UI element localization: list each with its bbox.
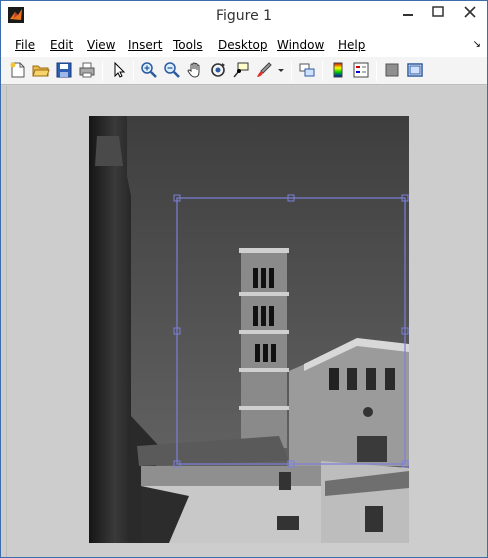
image-axes[interactable] xyxy=(89,116,409,543)
toolbar-separator xyxy=(291,61,292,81)
print-icon[interactable] xyxy=(78,61,96,79)
minimize-icon[interactable] xyxy=(393,1,423,23)
data-cursor-icon[interactable] xyxy=(232,61,250,79)
toolbar-separator xyxy=(133,61,134,81)
menu-bar: File Edit View Insert Tools Desktop Wind… xyxy=(1,31,487,57)
new-figure-icon[interactable] xyxy=(9,61,27,79)
figure-toolbar xyxy=(1,57,487,85)
open-file-icon[interactable] xyxy=(32,61,50,79)
legend-icon[interactable] xyxy=(352,61,370,79)
menu-dock-arrow-icon[interactable]: ↘ xyxy=(473,39,481,50)
zoom-in-icon[interactable] xyxy=(140,61,158,79)
title-bar[interactable]: Figure 1 xyxy=(1,1,487,31)
close-icon[interactable] xyxy=(453,1,487,23)
zoom-out-icon[interactable] xyxy=(163,61,181,79)
show-plot-tools-icon[interactable] xyxy=(406,61,424,79)
maximize-icon[interactable] xyxy=(423,1,453,23)
rotate-3d-icon[interactable] xyxy=(209,61,227,79)
colorbar-icon[interactable] xyxy=(329,61,347,79)
toolbar-separator xyxy=(102,61,103,81)
save-icon[interactable] xyxy=(55,61,73,79)
menu-insert[interactable]: Insert xyxy=(128,38,162,52)
brush-icon[interactable] xyxy=(255,61,273,79)
toolbar-separator xyxy=(322,61,323,81)
edit-plot-arrow-icon[interactable] xyxy=(110,61,128,79)
hide-plot-tools-icon[interactable] xyxy=(383,61,401,79)
pan-hand-icon[interactable] xyxy=(186,61,204,79)
brush-dropdown-icon[interactable] xyxy=(276,61,286,79)
link-plot-icon[interactable] xyxy=(298,61,316,79)
menu-file[interactable]: File xyxy=(15,38,35,52)
menu-edit[interactable]: Edit xyxy=(50,38,73,52)
menu-tools[interactable]: Tools xyxy=(173,38,203,52)
menu-help[interactable]: Help xyxy=(338,38,365,52)
figure-window: Figure 1 File Edit View Insert Tools Des… xyxy=(0,0,488,558)
photo-bell-tower xyxy=(239,248,289,448)
menu-view[interactable]: View xyxy=(87,38,115,52)
menu-window[interactable]: Window xyxy=(277,38,324,52)
menu-desktop[interactable]: Desktop xyxy=(218,38,268,52)
toolbar-separator xyxy=(376,61,377,81)
